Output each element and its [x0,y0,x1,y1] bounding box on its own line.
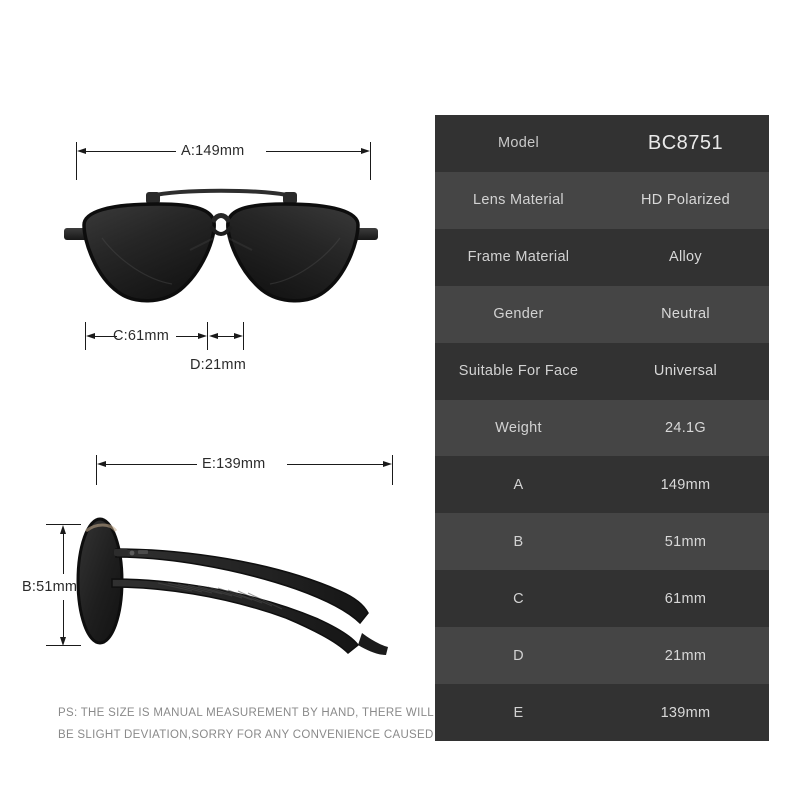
spec-row: B 51mm [435,513,769,571]
spec-key: Weight [495,419,542,436]
dimension-b-line-bottom [63,600,64,638]
dimension-d-arrow-left [209,333,218,339]
spec-key: Lens Material [473,192,564,209]
dimension-a-line-right [266,151,362,152]
spec-value: Universal [653,363,718,380]
spec-value: 61mm [664,590,707,607]
spec-key: E [513,704,524,721]
spec-value: 149mm [660,476,711,493]
dimension-a-arrow-left [77,148,86,154]
dimension-e-extension-left [96,455,97,485]
dimension-d-extension-right [243,322,244,350]
spec-value: 139mm [660,704,711,721]
spec-key: C [513,590,524,607]
sunglasses-side-view [76,517,388,655]
spec-key: D [513,647,524,664]
dimension-c-line-right [176,336,199,337]
sunglasses-front-view [64,188,378,303]
dimension-a-label: A:149mm [181,143,245,159]
dimension-e-arrow-left [97,461,106,467]
spec-value: Neutral [661,306,710,323]
spec-key: Suitable For Face [458,363,579,380]
spec-value: HD Polarized [640,192,731,209]
spec-row: Frame Material Alloy [435,228,769,286]
spec-value: Alloy [669,249,702,266]
spec-row: Lens Material HD Polarized [435,171,769,229]
spec-key: Gender [493,306,544,323]
spec-key: Model [498,135,539,152]
spec-key: Frame Material [467,249,570,266]
spec-row: Gender Neutral [435,285,769,343]
measurement-disclaimer: PS: THE SIZE IS MANUAL MEASUREMENT BY HA… [58,702,434,746]
dimension-b-arrow-bottom [60,637,66,646]
spec-row: Weight 24.1G [435,399,769,457]
disclaimer-line-1: PS: THE SIZE IS MANUAL MEASUREMENT BY HA… [58,707,434,719]
diagram-panel: A:149mm C:61mm D:21mm E:139mm B:51mm PS:… [0,0,434,800]
dimension-e-label: E:139mm [202,456,266,472]
dimension-d-arrow-right [234,333,243,339]
disclaimer-line-2: BE SLIGHT DEVIATION,SORRY FOR ANY CONVEN… [58,729,434,741]
dimension-c-label: C:61mm [113,328,169,344]
dimension-c-arrow-right [198,333,207,339]
dimension-e-line-right [287,464,384,465]
dimension-a-line-left [84,151,176,152]
dimension-b-label: B:51mm [22,579,78,595]
dimension-d-label: D:21mm [190,357,246,373]
spec-key: B [513,533,524,550]
dimension-e-arrow-right [383,461,392,467]
spec-value: 21mm [664,647,707,664]
spec-row: Suitable For Face Universal [435,342,769,400]
spec-value: 24.1G [665,419,706,436]
dimension-a-arrow-right [361,148,370,154]
spec-row: A 149mm [435,456,769,514]
spec-value: 51mm [664,533,707,550]
spec-value: BC8751 [647,131,724,154]
dimension-b-line-top [63,532,64,574]
spec-row: E 139mm [435,684,769,741]
dimension-cd-extension-middle [207,322,208,350]
dimension-e-extension-right [392,455,393,485]
dimension-d-line [215,336,235,337]
spec-row: D 21mm [435,627,769,685]
dimension-c-arrow-left [86,333,95,339]
dimension-e-line-left [104,464,197,465]
dimension-a-extension-right [370,142,371,180]
specification-table: Model BC8751 Lens Material HD Polarized Fram… [435,115,769,741]
spec-row: Model BC8751 [435,115,769,172]
spec-row: C 61mm [435,570,769,628]
dimension-b-arrow-top [60,525,66,534]
spec-key: A [513,476,524,493]
